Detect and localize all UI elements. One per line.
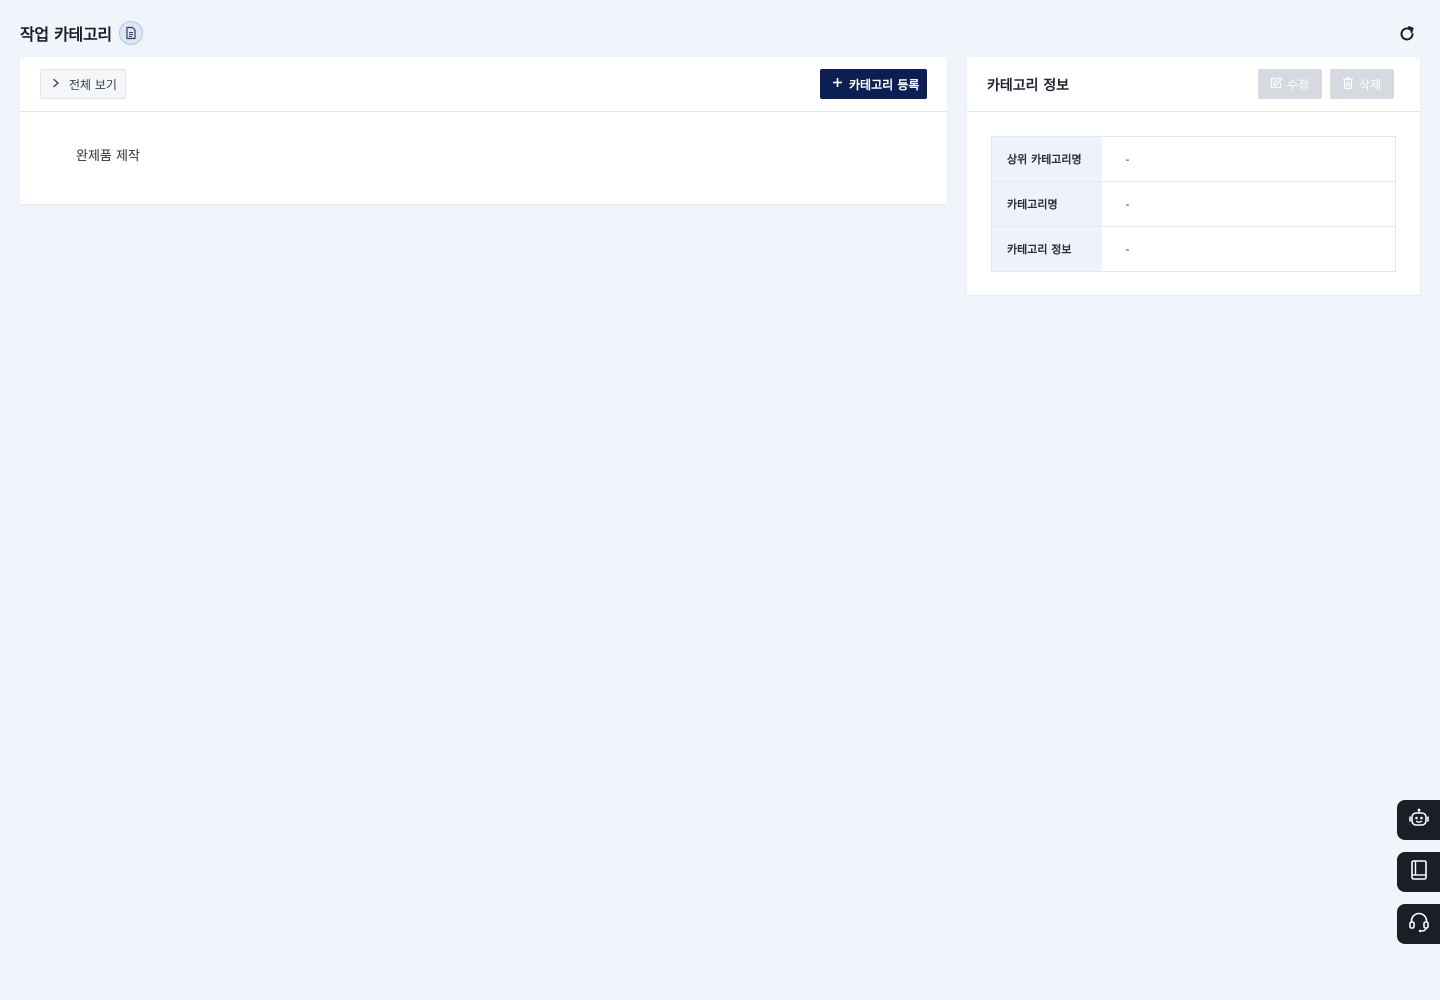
trash-icon [1341, 76, 1355, 93]
chatbot-button[interactable] [1397, 800, 1440, 840]
table-row: 카테고리 정보 - [991, 226, 1396, 272]
edit-label: 수정 [1287, 77, 1310, 92]
edit-button[interactable]: 수정 [1258, 69, 1322, 99]
headset-icon [1407, 910, 1431, 938]
view-all-label: 전체 보기 [69, 77, 117, 92]
manual-button[interactable] [1397, 852, 1440, 892]
refresh-icon[interactable] [1396, 23, 1418, 45]
category-name-value: - [1101, 181, 1396, 227]
page-header: 작업 카테고리 [20, 20, 1420, 46]
view-all-button[interactable]: 전체 보기 [40, 69, 126, 99]
chatbot-icon [1408, 807, 1430, 833]
category-name-label: 카테고리명 [991, 181, 1102, 227]
info-panel-title: 카테고리 정보 [987, 78, 1070, 94]
category-info-panel: 카테고리 정보 수정 삭제 상위 카테고리명 - 카테고리명 - 카테고리 정보… [967, 57, 1420, 295]
chevron-right-icon [51, 77, 61, 91]
edit-icon [1269, 76, 1283, 93]
plus-icon [832, 77, 843, 91]
category-info-label: 카테고리 정보 [991, 226, 1102, 272]
category-info-table: 상위 카테고리명 - 카테고리명 - 카테고리 정보 - [991, 136, 1396, 272]
parent-category-label: 상위 카테고리명 [991, 136, 1102, 182]
manual-book-icon [1408, 859, 1430, 885]
register-label: 카테고리 등록 [849, 77, 920, 92]
register-category-button[interactable]: 카테고리 등록 [820, 69, 927, 99]
table-row: 카테고리명 - [991, 181, 1396, 227]
tree-toolbar: 전체 보기 카테고리 등록 [20, 57, 947, 112]
info-toolbar: 카테고리 정보 수정 삭제 [967, 57, 1420, 112]
table-row: 상위 카테고리명 - [991, 136, 1396, 182]
parent-category-value: - [1101, 136, 1396, 182]
delete-button[interactable]: 삭제 [1330, 69, 1394, 99]
category-tree-panel: 전체 보기 카테고리 등록 완제품 제작 [20, 57, 947, 204]
delete-label: 삭제 [1359, 77, 1382, 92]
tree-item[interactable]: 완제품 제작 [76, 145, 140, 164]
category-info-value: - [1101, 226, 1396, 272]
support-button[interactable] [1397, 904, 1440, 944]
document-icon[interactable] [118, 21, 143, 45]
page-title: 작업 카테고리 [20, 25, 112, 44]
